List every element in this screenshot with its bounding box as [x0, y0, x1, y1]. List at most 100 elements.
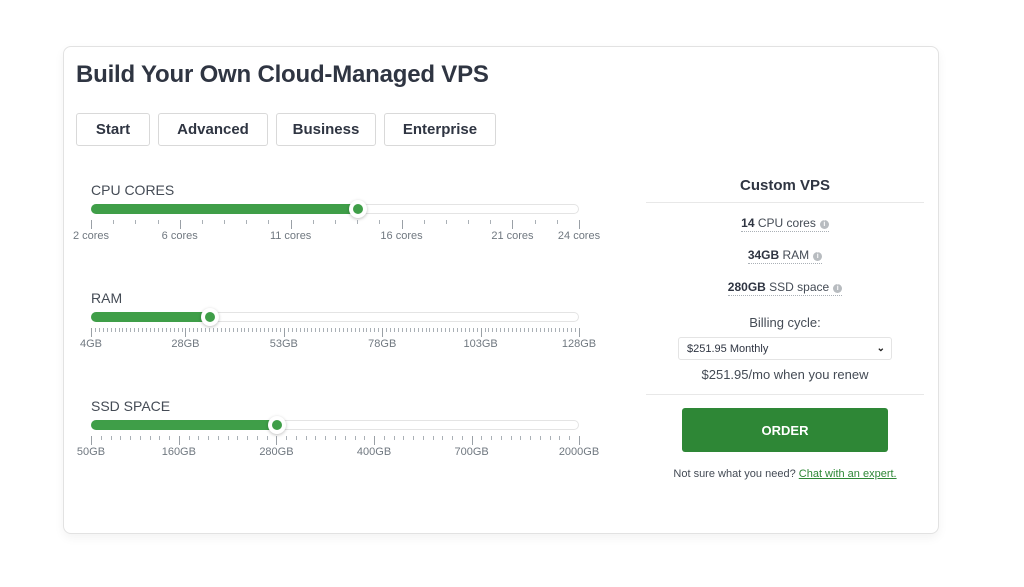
ram-slider-tick: [142, 328, 144, 332]
cpu-slider-thumb[interactable]: [349, 200, 368, 218]
ram-slider-tick: [232, 328, 234, 332]
cpu-slider-tick-label[interactable]: 24 cores: [558, 230, 600, 242]
ram-slider-tick: [252, 328, 254, 332]
help-text: Not sure what you need? Chat with an exp…: [646, 468, 924, 480]
cpu-slider-tick-label[interactable]: 11 cores: [270, 230, 311, 242]
ram-slider-tick: [409, 328, 411, 332]
ram-slider-tick: [177, 328, 179, 332]
ram-slider-tick: [523, 328, 525, 332]
cpu-slider-tick: [268, 220, 270, 224]
ram-slider-thumb[interactable]: [201, 308, 220, 326]
cpu-slider-tick: [445, 220, 447, 224]
ram-slider-tick: [346, 328, 348, 332]
plan-enterprise-button[interactable]: Enterprise: [384, 113, 496, 146]
ssd-slider-track[interactable]: [91, 416, 579, 434]
spec-cpu-value: 14: [741, 216, 755, 230]
billing-cycle-select[interactable]: $251.95 Monthly ⌄: [678, 337, 892, 360]
ram-slider-tick: [134, 328, 136, 332]
ssd-slider-tick: [178, 436, 180, 445]
ram-slider-tick: [130, 328, 132, 332]
ssd-slider-tick: [471, 436, 473, 445]
ram-slider-track[interactable]: [91, 308, 579, 326]
cpu-slider-track[interactable]: [91, 200, 579, 218]
ram-slider-tick: [224, 328, 226, 332]
ssd-slider-thumb[interactable]: [268, 416, 287, 434]
ssd-slider-tick-label[interactable]: 2000GB: [559, 446, 599, 458]
ssd-slider-tick: [432, 436, 434, 440]
ram-slider-tick-label[interactable]: 78GB: [368, 338, 396, 350]
ssd-slider-tick: [354, 436, 356, 440]
chat-with-expert-link[interactable]: Chat with an expert.: [799, 468, 897, 480]
plan-business-button[interactable]: Business: [276, 113, 376, 146]
ram-slider-tick: [311, 328, 313, 332]
ssd-slider-tick-label[interactable]: 280GB: [259, 446, 293, 458]
ram-slider-tick: [331, 328, 333, 332]
ssd-slider-tick: [461, 436, 463, 440]
ram-slider-tick: [362, 328, 364, 332]
ram-slider-tick: [405, 328, 407, 332]
ram-slider-tick: [146, 328, 148, 332]
cpu-slider-tick: [357, 220, 359, 224]
chevron-down-icon: ⌄: [876, 343, 885, 354]
cpu-slider-tick: [423, 220, 425, 224]
ssd-slider-tick: [569, 436, 571, 440]
info-icon[interactable]: i: [833, 284, 843, 293]
cpu-slider-tick: [312, 220, 314, 224]
ram-slider-tick: [236, 328, 238, 332]
ssd-slider-tick-label[interactable]: 50GB: [77, 446, 105, 458]
ram-slider-tick: [283, 328, 285, 337]
ssd-slider-tick: [276, 436, 278, 445]
ram-slider-tick: [315, 328, 317, 332]
ram-slider-tick: [394, 328, 396, 332]
ram-slider-tick: [397, 328, 399, 332]
order-button[interactable]: ORDER: [682, 408, 888, 452]
ssd-slider-tick: [422, 436, 424, 440]
ram-slider-tick: [354, 328, 356, 332]
cpu-slider-tick: [201, 220, 203, 224]
ssd-slider-tick-label[interactable]: 700GB: [455, 446, 489, 458]
ram-slider-tick: [476, 328, 478, 332]
ram-slider-tick: [401, 328, 403, 332]
info-icon[interactable]: i: [819, 220, 829, 229]
info-icon[interactable]: i: [813, 252, 823, 261]
ram-slider-tick: [138, 328, 140, 332]
ssd-slider-tick-label[interactable]: 400GB: [357, 446, 391, 458]
plan-start-button[interactable]: Start: [76, 113, 150, 146]
ram-slider-tick: [417, 328, 419, 332]
ram-slider-tick: [118, 328, 120, 332]
cpu-slider-tick: [556, 220, 558, 224]
spec-ram-tooltip-trigger[interactable]: 34GB RAM i: [747, 248, 823, 264]
cpu-slider-tick-label[interactable]: 6 cores: [162, 230, 198, 242]
cpu-slider-tick-label[interactable]: 16 cores: [380, 230, 422, 242]
spec-ssd-tooltip-trigger[interactable]: 280GB SSD space i: [727, 280, 843, 296]
ram-slider-tick: [181, 328, 183, 332]
spec-ram: 34GB RAM i: [646, 239, 924, 271]
ram-slider-tick-label[interactable]: 28GB: [171, 338, 199, 350]
ssd-slider-tick-label[interactable]: 160GB: [162, 446, 196, 458]
billing-cycle-selected: $251.95 Monthly: [687, 342, 769, 355]
ram-slider-tick: [157, 328, 159, 332]
ssd-slider-tick: [139, 436, 141, 440]
ram-slider-tick-label[interactable]: 103GB: [463, 338, 497, 350]
cpu-slider-tick: [224, 220, 226, 224]
ram-slider-tick-label[interactable]: 53GB: [270, 338, 298, 350]
spec-cpu: 14 CPU cores i: [646, 207, 924, 239]
ssd-slider-tick: [286, 436, 288, 440]
ssd-slider-tick: [549, 436, 551, 440]
ram-slider-tick: [287, 328, 289, 332]
ram-slider-tick: [441, 328, 443, 332]
plan-advanced-button[interactable]: Advanced: [158, 113, 268, 146]
cpu-slider-tick-label[interactable]: 2 cores: [73, 230, 109, 242]
ram-slider-tick-label[interactable]: 128GB: [562, 338, 596, 350]
ssd-slider-tick: [344, 436, 346, 440]
ram-slider-tick: [98, 328, 100, 332]
cpu-slider-tick-label[interactable]: 21 cores: [491, 230, 533, 242]
cpu-slider-tick: [401, 220, 403, 229]
spec-cpu-tooltip-trigger[interactable]: 14 CPU cores i: [741, 216, 829, 232]
ram-slider-tick-label[interactable]: 4GB: [80, 338, 102, 350]
summary-title: Custom VPS: [739, 177, 830, 194]
ram-slider-tick: [220, 328, 222, 332]
ssd-slider-tick: [539, 436, 541, 440]
ssd-slider-tick: [198, 436, 200, 440]
renew-price-text: $251.95/mo when you renew: [701, 367, 869, 382]
